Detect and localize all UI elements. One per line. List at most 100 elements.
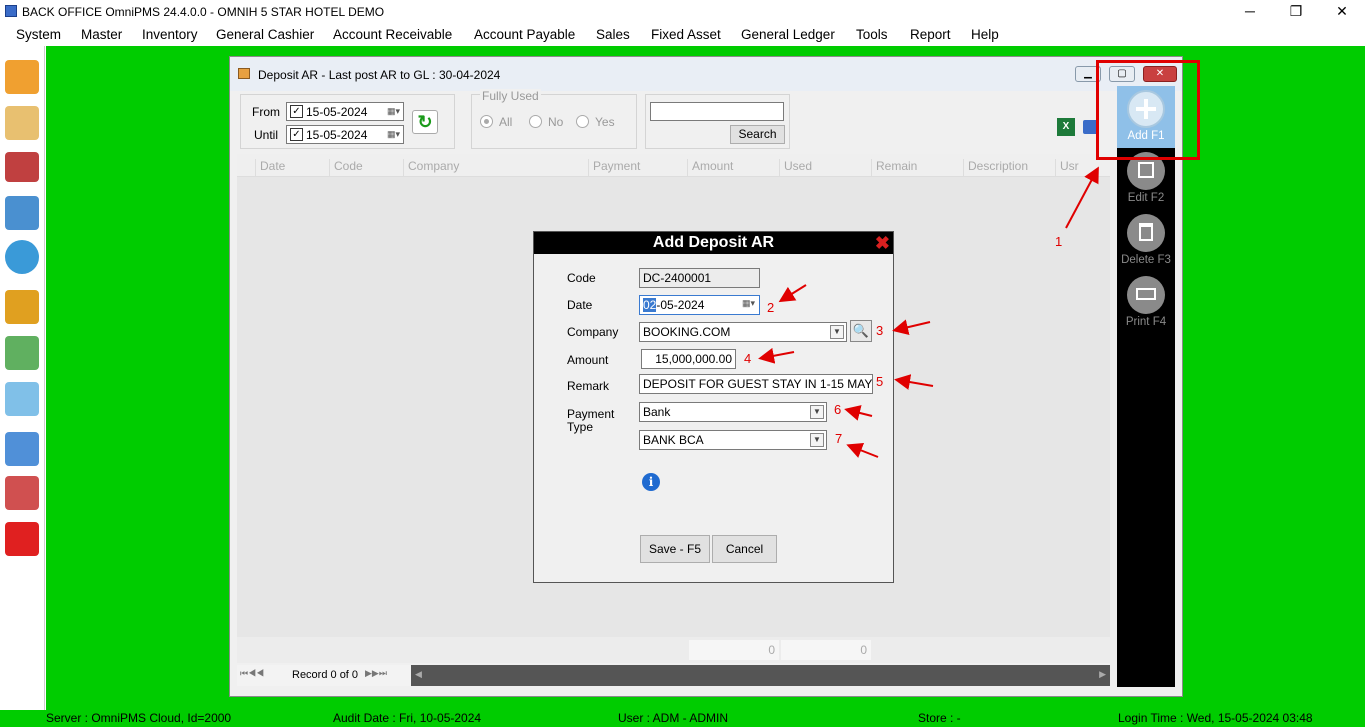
- annotation-5: 5: [876, 374, 884, 389]
- from-label: From: [252, 105, 280, 119]
- company-combo[interactable]: BOOKING.COM ▼: [639, 322, 847, 342]
- left-toolbar: [0, 46, 45, 710]
- calendar-dropdown-icon[interactable]: ▦▾: [387, 106, 400, 117]
- menu-general-ledger[interactable]: General Ledger: [741, 27, 835, 42]
- print-icon: [1127, 276, 1165, 314]
- remark-label: Remark: [567, 379, 610, 393]
- menu-account-payable[interactable]: Account Payable: [474, 27, 575, 42]
- nav-first-icon[interactable]: ⏮◀◀: [240, 668, 264, 679]
- payment-type-combo[interactable]: Bank ▼: [639, 402, 827, 422]
- record-navigator: ⏮◀◀ Record 0 of 0 ▶▶⏭: [237, 665, 411, 686]
- fully-used-label: Fully Used: [480, 89, 541, 103]
- footer-amount-total: 0: [689, 640, 779, 660]
- radio-yes[interactable]: [576, 115, 589, 128]
- exit-icon[interactable]: [5, 522, 39, 556]
- calendar-dropdown-icon[interactable]: ▦▾: [742, 298, 755, 309]
- order-icon[interactable]: [5, 152, 39, 182]
- grid-header: Date Code Company Payment Amount Used Re…: [237, 154, 1110, 181]
- date-filter-panel: From ✓ 15-05-2024 ▦▾ Until ✓ 15-05-2024 …: [240, 94, 455, 149]
- radio-all[interactable]: [480, 115, 493, 128]
- cart-icon[interactable]: [5, 196, 39, 230]
- code-label: Code: [567, 271, 596, 285]
- payment-type-label: Payment Type: [567, 407, 615, 434]
- annotation-2: 2: [767, 300, 775, 315]
- minimize-button[interactable]: ─: [1227, 0, 1273, 24]
- annotation-4: 4: [744, 351, 752, 366]
- menu-report[interactable]: Report: [910, 27, 951, 42]
- menu-help[interactable]: Help: [971, 27, 999, 42]
- menu-master[interactable]: Master: [81, 27, 122, 42]
- delete-button[interactable]: Delete F3: [1117, 210, 1175, 272]
- company-search-icon[interactable]: 🔍: [850, 320, 872, 342]
- radio-all-label: All: [499, 115, 513, 129]
- status-store: Store : -: [918, 711, 961, 725]
- chevron-down-icon[interactable]: ▼: [810, 433, 824, 447]
- highlight-box: [1096, 60, 1200, 160]
- refresh-icon[interactable]: ↻: [412, 110, 438, 134]
- amount-label: Amount: [567, 353, 609, 367]
- pager-bar: ⏮◀◀ Record 0 of 0 ▶▶⏭ ◀ ▶: [237, 665, 1110, 686]
- company-value: BOOKING.COM: [643, 325, 731, 339]
- cancel-button[interactable]: Cancel: [712, 535, 777, 563]
- calendar-dropdown-icon[interactable]: ▦▾: [387, 129, 400, 140]
- mobile-payment-icon[interactable]: [5, 382, 39, 416]
- info-icon[interactable]: i: [642, 473, 660, 491]
- date-picker[interactable]: 02-05-2024 ▦▾: [639, 295, 760, 315]
- boxes-icon[interactable]: [5, 60, 39, 94]
- window-title: Deposit AR - Last post AR to GL : 30-04-…: [258, 68, 501, 82]
- date-label: Date: [567, 298, 593, 312]
- scroll-left-icon[interactable]: ◀: [415, 669, 422, 680]
- search-button[interactable]: Search: [730, 125, 785, 144]
- search-input[interactable]: [650, 102, 784, 121]
- restore-button[interactable]: ❐: [1273, 0, 1319, 24]
- menu-inventory[interactable]: Inventory: [142, 27, 198, 42]
- print-button[interactable]: Print F4: [1117, 272, 1175, 334]
- fully-used-panel: Fully Used All No Yes: [471, 89, 637, 149]
- close-button[interactable]: ✕: [1319, 0, 1365, 24]
- radio-yes-label: Yes: [595, 115, 615, 129]
- save-button[interactable]: Save - F5: [640, 535, 710, 563]
- chevron-down-icon[interactable]: ▼: [810, 405, 824, 419]
- money-bag-icon[interactable]: [5, 290, 39, 324]
- status-login-time: Login Time : Wed, 15-05-2024 03:48: [1118, 711, 1313, 725]
- annotation-1: 1: [1055, 234, 1063, 249]
- amount-field[interactable]: 15,000,000.00: [641, 349, 736, 369]
- until-label: Until: [254, 128, 279, 142]
- company-label: Company: [567, 325, 619, 339]
- menu-system[interactable]: System: [16, 27, 61, 42]
- clipboard-icon[interactable]: [5, 106, 39, 140]
- search-panel: Search: [645, 94, 790, 149]
- status-bar: Server : OmniPMS Cloud, Id=2000 Audit Da…: [0, 710, 1365, 727]
- remark-field[interactable]: DEPOSIT FOR GUEST STAY IN 1-15 MAY: [639, 374, 873, 394]
- radio-no[interactable]: [529, 115, 542, 128]
- report-chart-icon[interactable]: [5, 476, 39, 510]
- from-date-picker[interactable]: ✓ 15-05-2024 ▦▾: [286, 102, 404, 121]
- menu-account-receivable[interactable]: Account Receivable: [333, 27, 452, 42]
- annotation-3: 3: [876, 323, 884, 338]
- record-count: Record 0 of 0: [292, 669, 359, 681]
- payment-account-combo[interactable]: BANK BCA ▼: [639, 430, 827, 450]
- print-button-label: Print F4: [1125, 316, 1167, 328]
- menu-sales[interactable]: Sales: [596, 27, 630, 42]
- status-user: User : ADM - ADMIN: [618, 711, 729, 725]
- nav-next-icon[interactable]: ▶▶⏭: [365, 668, 387, 679]
- payment-hand-icon[interactable]: [5, 336, 39, 370]
- menu-fixed-asset[interactable]: Fixed Asset: [651, 27, 721, 42]
- menu-general-cashier[interactable]: General Cashier: [216, 27, 314, 42]
- radio-no-label: No: [548, 115, 564, 129]
- dialog-close-icon[interactable]: ✖: [875, 233, 890, 253]
- refresh-box-icon[interactable]: [5, 240, 39, 274]
- annotation-7: 7: [835, 431, 843, 446]
- scroll-right-icon[interactable]: ▶: [1099, 669, 1106, 680]
- from-checkbox[interactable]: ✓: [290, 105, 303, 118]
- menu-tools[interactable]: Tools: [856, 27, 888, 42]
- chevron-down-icon[interactable]: ▼: [830, 325, 844, 339]
- calendar-icon[interactable]: [5, 432, 39, 466]
- excel-export-icon[interactable]: X: [1057, 118, 1075, 136]
- until-checkbox[interactable]: ✓: [290, 128, 303, 141]
- annotation-6: 6: [834, 402, 842, 417]
- action-toolbar: Add F1 Edit F2 Delete F3 Print F4: [1117, 86, 1175, 687]
- until-date-picker[interactable]: ✓ 15-05-2024 ▦▾: [286, 125, 404, 144]
- until-date-value: 15-05-2024: [306, 128, 368, 142]
- grid-footer: 0 0: [237, 637, 1110, 663]
